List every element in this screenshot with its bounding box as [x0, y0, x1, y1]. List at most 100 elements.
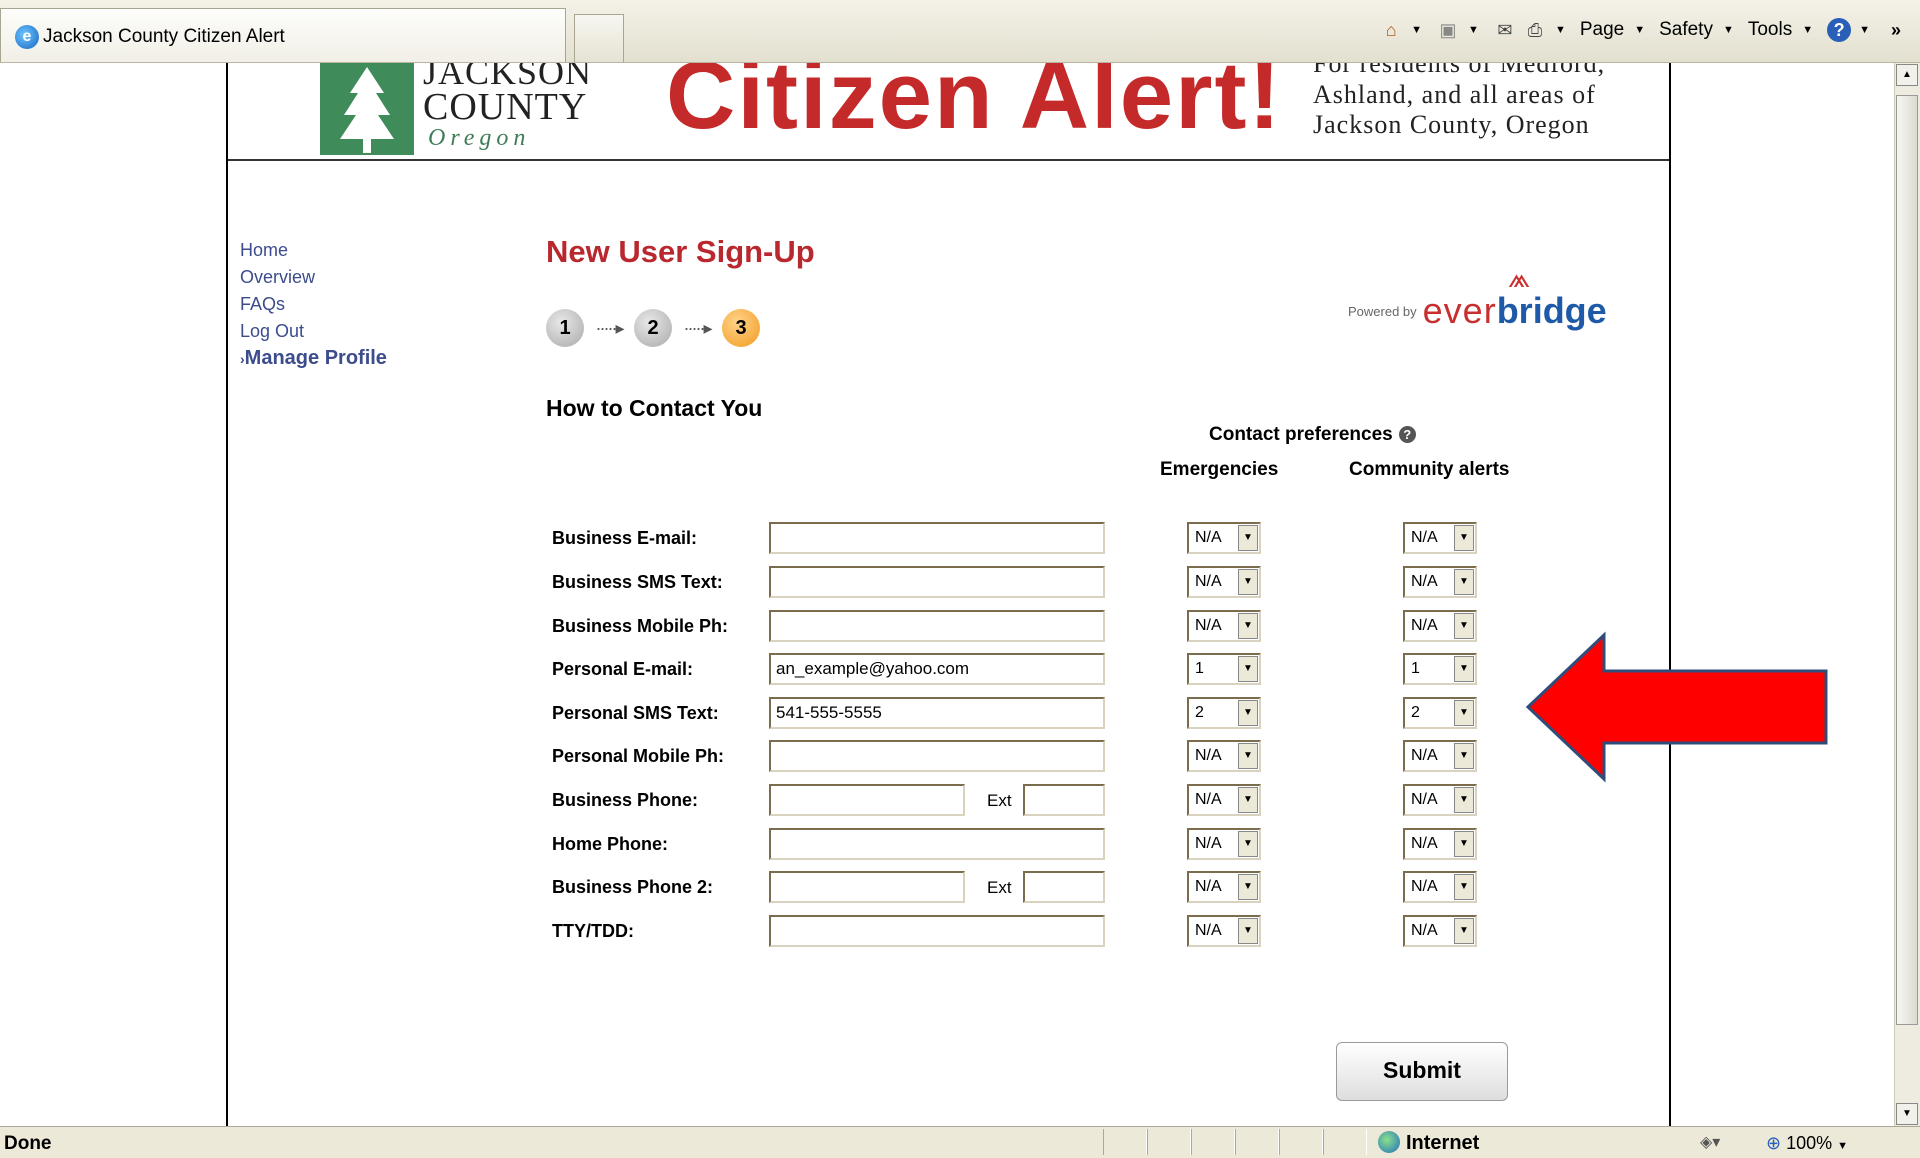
personal-sms-emergency-select[interactable]: 2 ▼ [1187, 697, 1261, 729]
step-arrow-icon: ·····▸ [595, 317, 624, 338]
print-icon[interactable]: ⎙ [1523, 18, 1547, 42]
help-icon[interactable]: ? [1827, 18, 1852, 42]
tools-menu[interactable]: Tools [1748, 19, 1792, 41]
business-mobile-community-select[interactable]: N/A ▼ [1403, 610, 1477, 642]
column-community-alerts: Community alerts [1349, 459, 1510, 480]
zoom-control[interactable]: ⊕ 100% ▼ [1766, 1133, 1848, 1154]
personal-email-input[interactable]: an_example@yahoo.com [769, 653, 1105, 685]
business-phone-community-select[interactable]: N/A ▼ [1403, 784, 1477, 816]
dropdown-arrow-icon[interactable]: ▼ [1238, 569, 1258, 595]
dropdown-arrow-icon[interactable]: ▼ [1454, 787, 1474, 813]
tools-dropdown-icon[interactable]: ▼ [1802, 24, 1813, 36]
dropdown-arrow-icon[interactable]: ▼ [1454, 831, 1474, 857]
nav-logout[interactable]: Log Out [240, 318, 387, 345]
home-icon[interactable]: ⌂ [1379, 18, 1403, 42]
dropdown-arrow-icon[interactable]: ▼ [1238, 525, 1258, 551]
vertical-scrollbar[interactable]: ▲ ▼ [1894, 63, 1920, 1126]
business-mobile-input[interactable] [769, 610, 1105, 642]
safety-menu[interactable]: Safety [1659, 19, 1713, 41]
business-phone-ext-input[interactable] [1023, 784, 1105, 816]
business-sms-input[interactable] [769, 566, 1105, 598]
safety-dropdown-icon[interactable]: ▼ [1723, 24, 1734, 36]
home-phone-community-select[interactable]: N/A ▼ [1403, 828, 1477, 860]
scroll-thumb[interactable] [1896, 95, 1918, 1025]
tty-tdd-input[interactable] [769, 915, 1105, 947]
dropdown-arrow-icon[interactable]: ▼ [1238, 656, 1258, 682]
select-value: N/A [1195, 878, 1222, 895]
tty-tdd-community-select[interactable]: N/A ▼ [1403, 915, 1477, 947]
page-dropdown-icon[interactable]: ▼ [1634, 24, 1645, 36]
business-email-emergency-select[interactable]: N/A ▼ [1187, 522, 1261, 554]
zoom-value: 100% [1786, 1133, 1833, 1153]
home-phone-input[interactable] [769, 828, 1105, 860]
personal-mobile-community-select[interactable]: N/A ▼ [1403, 740, 1477, 772]
dropdown-arrow-icon[interactable]: ▼ [1454, 569, 1474, 595]
personal-sms-input[interactable]: 541-555-5555 [769, 697, 1105, 729]
business-sms-community-select[interactable]: N/A ▼ [1403, 566, 1477, 598]
page-menu[interactable]: Page [1580, 19, 1624, 41]
tty-tdd-emergency-select[interactable]: N/A ▼ [1187, 915, 1261, 947]
dropdown-arrow-icon[interactable]: ▼ [1454, 525, 1474, 551]
nav-faqs[interactable]: FAQs [240, 291, 387, 318]
dropdown-arrow-icon[interactable]: ▼ [1454, 656, 1474, 682]
scroll-up-icon[interactable]: ▲ [1896, 64, 1918, 86]
zoom-dropdown-icon[interactable]: ▼ [1837, 1140, 1848, 1152]
nav-manage-profile[interactable]: ›Manage Profile [240, 345, 387, 373]
dropdown-arrow-icon[interactable]: ▼ [1454, 700, 1474, 726]
dropdown-arrow-icon[interactable]: ▼ [1454, 874, 1474, 900]
chevron-more-icon[interactable]: » [1884, 18, 1908, 42]
print-dropdown-icon[interactable]: ▼ [1555, 24, 1566, 36]
logo-county: COUNTY [423, 86, 588, 128]
personal-email-emergency-select[interactable]: 1 ▼ [1187, 653, 1261, 685]
dropdown-arrow-icon[interactable]: ▼ [1454, 918, 1474, 944]
personal-mobile-emergency-select[interactable]: N/A ▼ [1187, 740, 1261, 772]
browser-command-bar: e Jackson County Citizen Alert ⌂ ▼ ▣ ▼ ✉ ⎙… [0, 0, 1920, 63]
business-phone-2-emergency-select[interactable]: N/A ▼ [1187, 871, 1261, 903]
new-tab-button[interactable] [574, 14, 624, 62]
nav-overview[interactable]: Overview [240, 264, 387, 291]
business-sms-emergency-select[interactable]: N/A ▼ [1187, 566, 1261, 598]
dropdown-arrow-icon[interactable]: ▼ [1238, 613, 1258, 639]
dropdown-arrow-icon[interactable]: ▼ [1454, 743, 1474, 769]
scroll-down-icon[interactable]: ▼ [1896, 1103, 1918, 1125]
dropdown-arrow-icon[interactable]: ▼ [1238, 743, 1258, 769]
question-help-icon[interactable]: ? [1398, 426, 1416, 443]
select-value: N/A [1195, 573, 1222, 590]
nav-manage-profile-label: Manage Profile [244, 347, 387, 369]
business-phone-input[interactable] [769, 784, 965, 816]
personal-sms-community-select[interactable]: 2 ▼ [1403, 697, 1477, 729]
business-email-input[interactable] [769, 522, 1105, 554]
dropdown-arrow-icon[interactable]: ▼ [1238, 700, 1258, 726]
dropdown-arrow-icon[interactable]: ▼ [1454, 613, 1474, 639]
home-dropdown-icon[interactable]: ▼ [1411, 24, 1422, 36]
browser-tab[interactable]: e Jackson County Citizen Alert [0, 8, 566, 62]
personal-mobile-input[interactable] [769, 740, 1105, 772]
business-phone-emergency-select[interactable]: N/A ▼ [1187, 784, 1261, 816]
security-zone[interactable]: Internet [1378, 1131, 1479, 1155]
home-phone-emergency-select[interactable]: N/A ▼ [1187, 828, 1261, 860]
business-phone-2-input[interactable] [769, 871, 965, 903]
feeds-dropdown-icon[interactable]: ▼ [1468, 24, 1479, 36]
dropdown-arrow-icon[interactable]: ▼ [1238, 874, 1258, 900]
dropdown-arrow-icon[interactable]: ▼ [1238, 787, 1258, 813]
step-arrow-icon: ·····▸ [683, 317, 712, 338]
powered-by-everbridge: ⩕ Powered by everbridge [1348, 262, 1607, 332]
field-label: Business SMS Text: [552, 572, 723, 592]
protected-mode-icon[interactable]: ◈▾ [1700, 1132, 1720, 1152]
feeds-icon[interactable]: ▣ [1436, 18, 1460, 42]
field-label: Business E-mail: [552, 528, 698, 548]
business-email-community-select[interactable]: N/A ▼ [1403, 522, 1477, 554]
nav-home[interactable]: Home [240, 237, 387, 264]
submit-button[interactable]: Submit [1336, 1042, 1508, 1101]
status-cell [1191, 1129, 1235, 1155]
dropdown-arrow-icon[interactable]: ▼ [1238, 918, 1258, 944]
personal-email-community-select[interactable]: 1 ▼ [1403, 653, 1477, 685]
business-mobile-emergency-select[interactable]: N/A ▼ [1187, 610, 1261, 642]
dropdown-arrow-icon[interactable]: ▼ [1238, 831, 1258, 857]
logo-oregon: Oregon [428, 125, 531, 151]
everbridge-logo-icon: ⩕ [1508, 262, 1531, 293]
help-dropdown-icon[interactable]: ▼ [1859, 24, 1870, 36]
mail-icon[interactable]: ✉ [1493, 18, 1517, 42]
business-phone-2-ext-input[interactable] [1023, 871, 1105, 903]
business-phone-2-community-select[interactable]: N/A ▼ [1403, 871, 1477, 903]
